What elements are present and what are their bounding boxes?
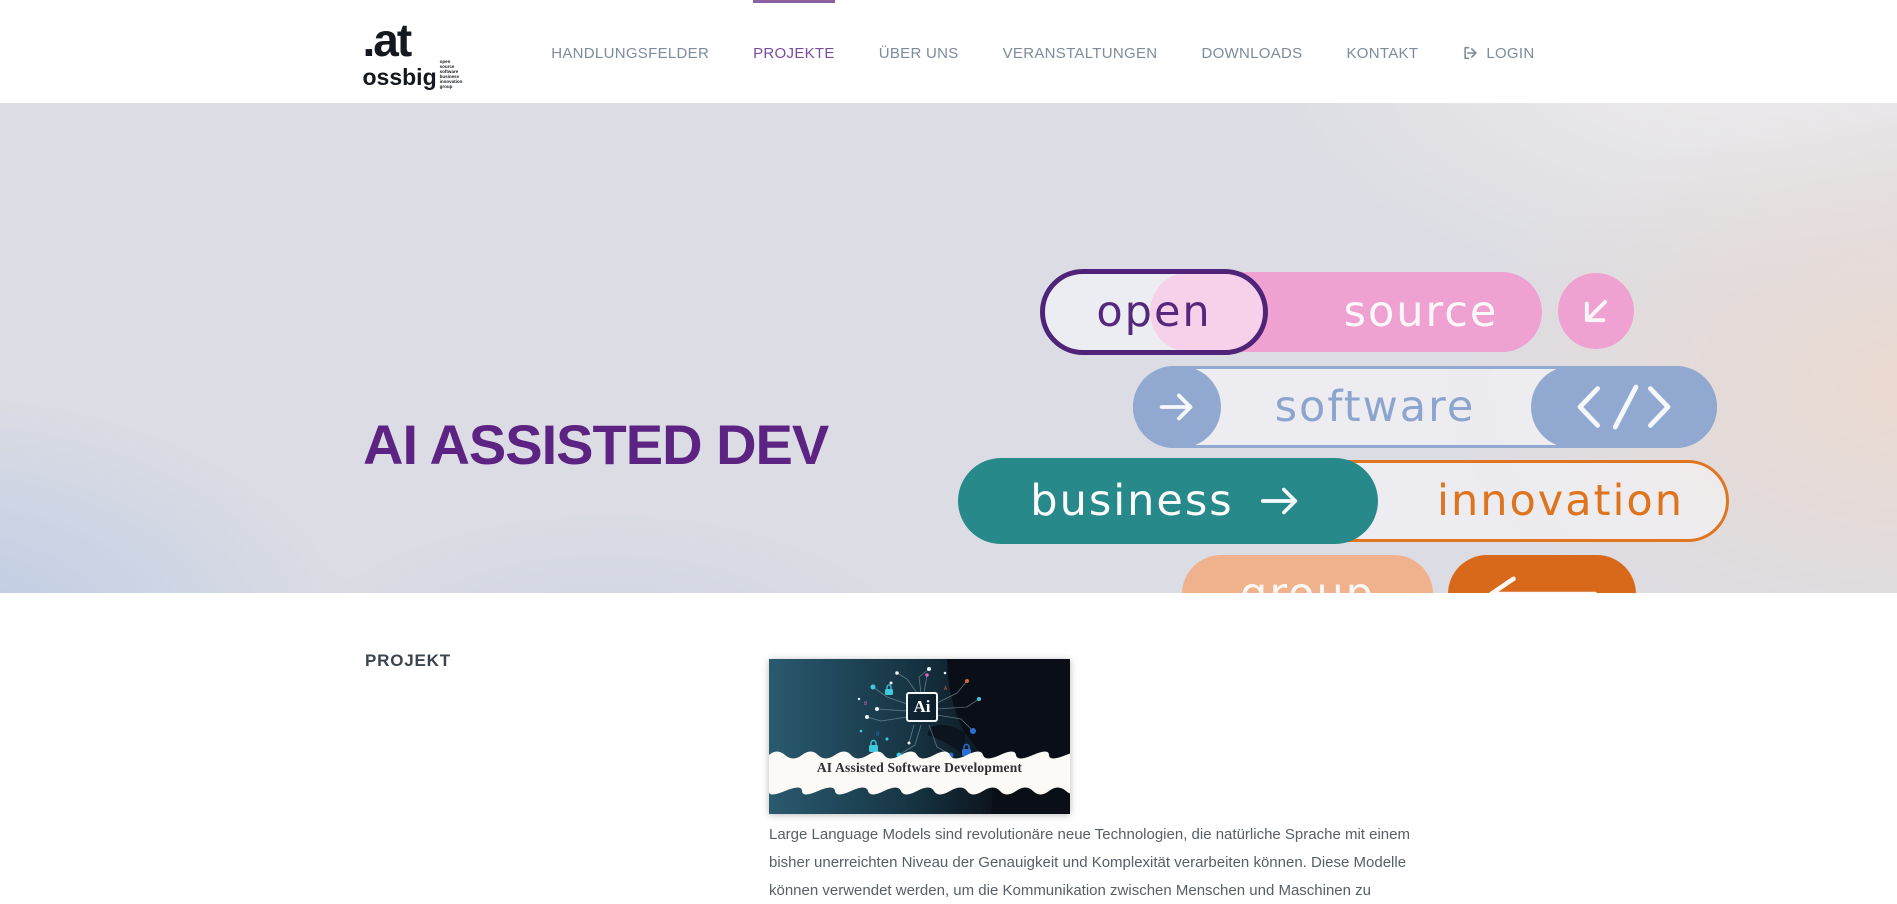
badge-graphic: source open software (0, 103, 1897, 593)
project-image-artwork: 0 A 8 (769, 659, 1070, 814)
project-description: Large Language Models sind revolutionäre… (769, 821, 1421, 904)
ai-chip: Ai (906, 692, 938, 722)
logo[interactable]: .at ossbig open source software business… (363, 14, 463, 89)
nav-ueber-uns[interactable]: ÜBER UNS (879, 0, 959, 103)
nav-login[interactable]: LOGIN (1462, 0, 1534, 103)
main-nav: HANDLUNGSFELDER PROJEKTE ÜBER UNS VERANS… (551, 0, 1534, 103)
nav-kontakt[interactable]: KONTAKT (1346, 0, 1418, 103)
arrow-right-icon (1254, 478, 1306, 524)
nav-projekte[interactable]: PROJEKTE (753, 0, 835, 103)
arrow-down-left-icon (1558, 273, 1634, 349)
section-label: PROJEKT (365, 651, 451, 671)
logo-ossbig-text: ossbig (363, 66, 437, 89)
login-label: LOGIN (1486, 45, 1534, 62)
sign-in-arrow-icon (1462, 45, 1479, 61)
badge-software: software (1133, 366, 1717, 448)
badge-open: open (1040, 269, 1268, 355)
tagline-line: group (440, 84, 463, 89)
badge-open-label: open (1096, 287, 1211, 337)
ai-chip-label: Ai (914, 697, 931, 717)
page: .at ossbig open source software business… (0, 0, 1897, 904)
badge-business-label: business (1030, 476, 1233, 526)
svg-text:8: 8 (864, 701, 867, 707)
logo-at-text: .at (363, 20, 463, 61)
logo-tagline: open source software business innovation… (440, 59, 463, 89)
badge-source-label: source (1344, 287, 1499, 337)
project-image-caption: AI Assisted Software Development (769, 760, 1070, 776)
svg-text:0: 0 (876, 731, 880, 738)
header: .at ossbig open source software business… (0, 0, 1897, 103)
badge-business: business (958, 458, 1378, 544)
code-icon (1531, 366, 1717, 448)
nav-handlungsfelder[interactable]: HANDLUNGSFELDER (551, 0, 709, 103)
nav-veranstaltungen[interactable]: VERANSTALTUNGEN (1003, 0, 1158, 103)
project-image[interactable]: 0 A 8 Ai AI Assisted Software Developmen… (769, 659, 1070, 814)
hero-section: AI ASSISTED DEV source open (0, 103, 1897, 593)
arrow-right-icon (1133, 366, 1221, 448)
nav-downloads[interactable]: DOWNLOADS (1201, 0, 1302, 103)
badge-innovation-label: innovation (1437, 476, 1684, 526)
svg-text:A: A (944, 686, 947, 692)
project-section: PROJEKT (0, 593, 1897, 904)
